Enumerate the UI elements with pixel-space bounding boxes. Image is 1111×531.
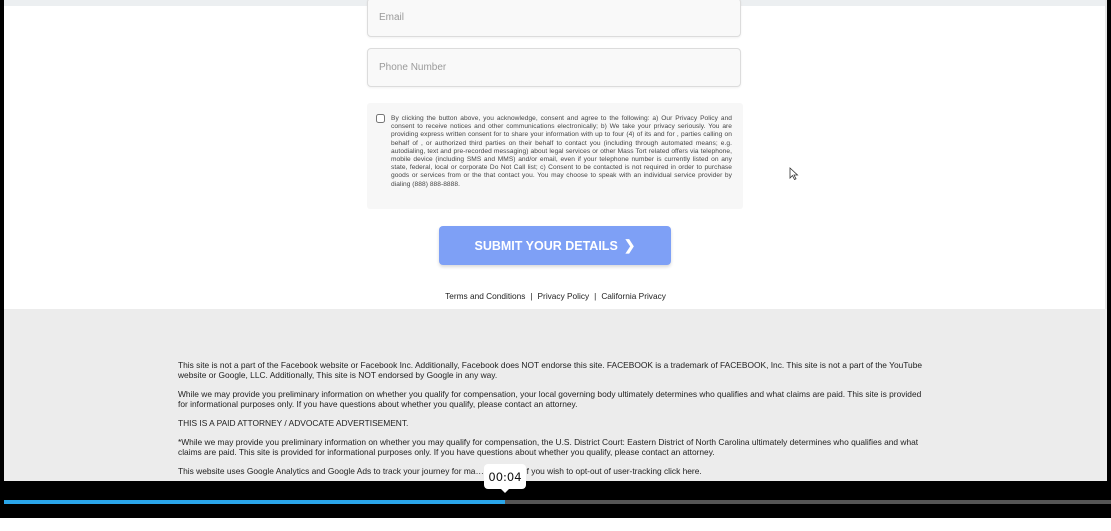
seek-bar-progress[interactable] [4, 500, 506, 504]
chevron-right-icon: ❯ [623, 237, 636, 253]
email-input[interactable] [368, 0, 740, 36]
submit-label: SUBMIT YOUR DETAILS [474, 238, 618, 253]
consent-text: By clicking the button above, you acknow… [391, 115, 732, 188]
submit-button[interactable]: SUBMIT YOUR DETAILS ❯ [439, 226, 671, 265]
phone-field[interactable] [367, 48, 741, 87]
mouse-pointer-icon [789, 167, 799, 180]
compensation-disclaimer: While we may provide you preliminary inf… [178, 389, 922, 409]
california-privacy-link[interactable]: California Privacy [601, 291, 666, 301]
court-disclaimer: *While we may provide you preliminary in… [178, 437, 919, 457]
phone-input[interactable] [368, 49, 740, 86]
player-bottom-strip [0, 518, 1111, 531]
terms-link[interactable]: Terms and Conditions [445, 291, 525, 301]
tracking-notice: This website uses Google Analytics and G… [178, 466, 702, 476]
link-separator: | [594, 291, 597, 301]
link-separator: | [530, 291, 533, 301]
email-field[interactable] [367, 0, 741, 37]
footer-disclaimer-area: This site is not a part of the Facebook … [4, 309, 1107, 481]
time-tooltip: 00:04 [484, 464, 526, 493]
facebook-disclaimer: This site is not a part of the Facebook … [178, 360, 923, 380]
video-player-controls: 00:04 [0, 464, 1111, 531]
consent-checkbox[interactable] [376, 114, 385, 123]
consent-section: By clicking the button above, you acknow… [367, 103, 743, 209]
advertisement-notice: THIS IS A PAID ATTORNEY / ADVOCATE ADVER… [178, 418, 409, 428]
footer-links: Terms and Conditions | Privacy Policy | Cali… [4, 291, 1107, 301]
landing-page: By clicking the button above, you acknow… [4, 0, 1107, 481]
privacy-policy-link[interactable]: Privacy Policy [538, 291, 590, 301]
disclaimer-text: This site is not a part of the Facebook … [178, 360, 931, 481]
